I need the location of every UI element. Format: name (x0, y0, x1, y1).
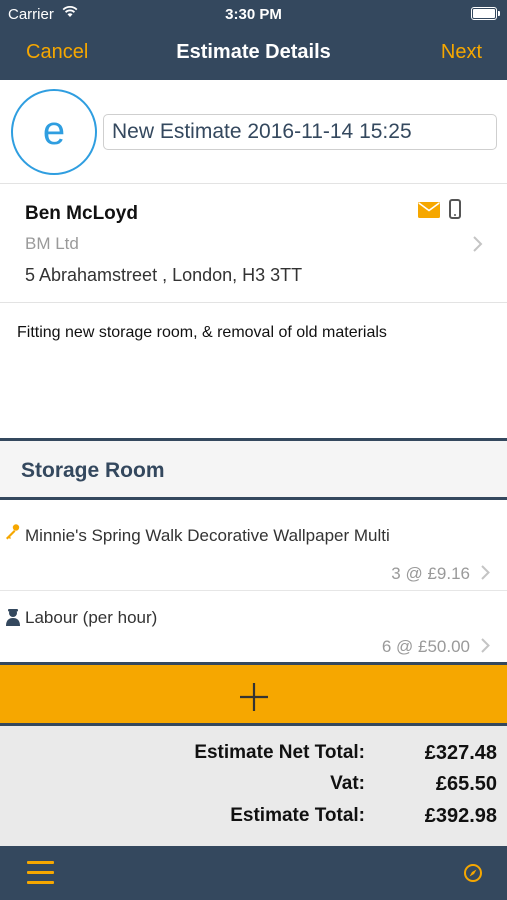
status-time: 3:30 PM (225, 6, 282, 23)
chevron-right-icon (473, 236, 483, 252)
estimate-total-value: £392.98 (424, 805, 497, 827)
vat-row: Vat: £65.50 (0, 769, 507, 799)
net-total-row: Estimate Net Total: £327.48 (0, 738, 507, 768)
add-item-button[interactable] (0, 662, 507, 726)
totals-panel: Estimate Net Total: £327.48 Vat: £65.50 … (0, 726, 507, 846)
hamburger-menu-icon[interactable] (27, 861, 54, 885)
item-quantity-price: 3 @ £9.16 (391, 564, 470, 583)
navigation-bar: Cancel Estimate Details Next (0, 28, 507, 80)
chevron-right-icon (481, 565, 490, 580)
estimate-total-row: Estimate Total: £392.98 (0, 801, 507, 831)
cancel-button[interactable]: Cancel (26, 41, 88, 64)
vat-label: Vat: (330, 773, 365, 794)
job-description[interactable]: Fitting new storage room, & removal of o… (17, 324, 387, 342)
customer-row[interactable]: Ben McLoyd BM Ltd 5 Abrahamstreet , Lond… (0, 185, 507, 303)
section-title: Storage Room (21, 459, 165, 482)
next-button[interactable]: Next (441, 41, 482, 64)
chevron-right-icon (481, 638, 490, 653)
plus-icon (240, 683, 268, 711)
key-icon (6, 524, 20, 540)
item-description: Minnie's Spring Walk Decorative Wallpape… (25, 526, 390, 545)
item-description: Labour (per hour) (25, 608, 158, 627)
estimate-avatar[interactable]: e (11, 89, 97, 175)
customer-name: Ben McLoyd (25, 203, 138, 224)
mail-icon[interactable] (418, 202, 440, 218)
bottom-toolbar (0, 846, 507, 900)
customer-company: BM Ltd (25, 234, 79, 253)
status-bar: Carrier 3:30 PM (0, 0, 507, 28)
vat-value: £65.50 (435, 773, 497, 795)
customer-address: 5 Abrahamstreet , London, H3 3TT (25, 265, 303, 285)
compass-icon[interactable] (463, 863, 483, 883)
estimate-name-input[interactable] (103, 114, 497, 150)
estimate-header: e (0, 80, 507, 184)
item-quantity-price: 6 @ £50.00 (381, 637, 470, 656)
net-total-value: £327.48 (424, 742, 497, 764)
section-header: Storage Room (0, 438, 507, 500)
list-item[interactable]: Minnie's Spring Walk Decorative Wallpape… (0, 501, 507, 591)
battery-icon (471, 7, 500, 20)
phone-icon[interactable] (449, 199, 461, 219)
estimate-total-label: Estimate Total: (230, 805, 365, 826)
worker-icon (6, 609, 20, 626)
net-total-label: Estimate Net Total: (194, 742, 365, 763)
